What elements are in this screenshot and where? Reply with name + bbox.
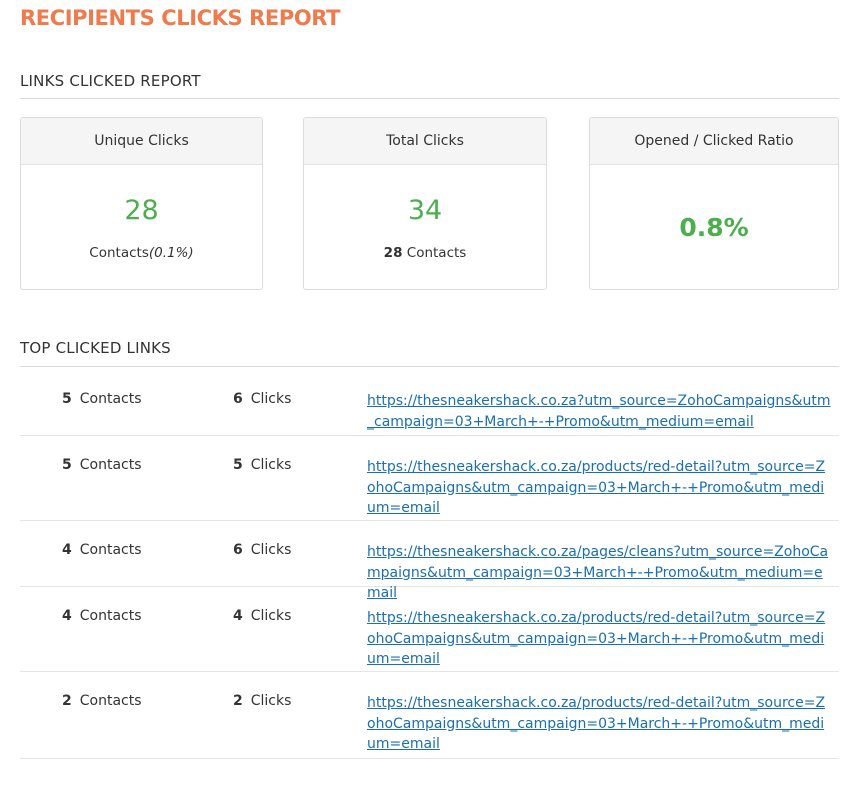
total-clicks-contact-count: 28 <box>383 245 403 261</box>
unique-clicks-label: Unique Clicks <box>21 118 262 165</box>
opened-clicked-ratio-card: Opened / Clicked Ratio 0.8% <box>589 117 839 290</box>
divider <box>20 98 839 99</box>
total-clicks-contacts-label: Contacts <box>406 245 467 261</box>
clicks-count: 6 Clicks <box>233 391 292 407</box>
total-clicks-label: Total Clicks <box>304 118 546 165</box>
link-url[interactable]: https://thesneakershack.co.za/products/r… <box>367 693 833 755</box>
total-clicks-card: Total Clicks 34 28 Contacts <box>303 117 547 290</box>
links-clicked-report-heading: LINKS CLICKED REPORT <box>20 72 201 90</box>
unique-clicks-contacts-label: Contacts <box>89 245 149 261</box>
ratio-value: 0.8% <box>679 213 749 242</box>
total-clicks-subtext: 28 Contacts <box>304 245 546 261</box>
ratio-label: Opened / Clicked Ratio <box>590 118 838 165</box>
list-item: 5 Contacts 5 Clicks https://thesneakershac… <box>20 436 839 521</box>
list-item: 4 Contacts 6 Clicks https://thesneakershac… <box>20 521 839 601</box>
unique-clicks-card: Unique Clicks 28 Contacts(0.1%) <box>20 117 263 290</box>
unique-clicks-value: 28 <box>124 195 159 226</box>
list-item: 5 Contacts 6 Clicks https://thesneakershac… <box>20 370 839 436</box>
clicks-count: 5 Clicks <box>233 457 292 473</box>
divider <box>20 366 839 367</box>
contacts-count: 2 Contacts <box>62 693 142 709</box>
link-url[interactable]: https://thesneakershack.co.za/products/r… <box>367 608 833 670</box>
list-item: 4 Contacts 4 Clicks https://thesneakershac… <box>20 587 839 672</box>
contacts-count: 4 Contacts <box>62 542 142 558</box>
list-item: 2 Contacts 2 Clicks https://thesneakershac… <box>20 672 839 759</box>
clicks-count: 2 Clicks <box>233 693 292 709</box>
total-clicks-value: 34 <box>407 195 443 226</box>
top-clicked-links-heading: TOP CLICKED LINKS <box>20 339 171 357</box>
contacts-count: 5 Contacts <box>62 391 142 407</box>
clicks-count: 6 Clicks <box>233 542 292 558</box>
unique-clicks-subtext: Contacts(0.1%) <box>21 245 262 261</box>
contacts-count: 5 Contacts <box>62 457 142 473</box>
top-links-list: 5 Contacts 6 Clicks https://thesneakershac… <box>20 370 839 759</box>
link-url[interactable]: https://thesneakershack.co.za?utm_source… <box>367 391 833 432</box>
link-url[interactable]: https://thesneakershack.co.za/products/r… <box>367 457 833 519</box>
unique-clicks-percent: (0.1%) <box>148 245 194 261</box>
clicks-count: 4 Clicks <box>233 608 292 624</box>
contacts-count: 4 Contacts <box>62 608 142 624</box>
page-title: RECIPIENTS CLICKS REPORT <box>20 6 341 30</box>
